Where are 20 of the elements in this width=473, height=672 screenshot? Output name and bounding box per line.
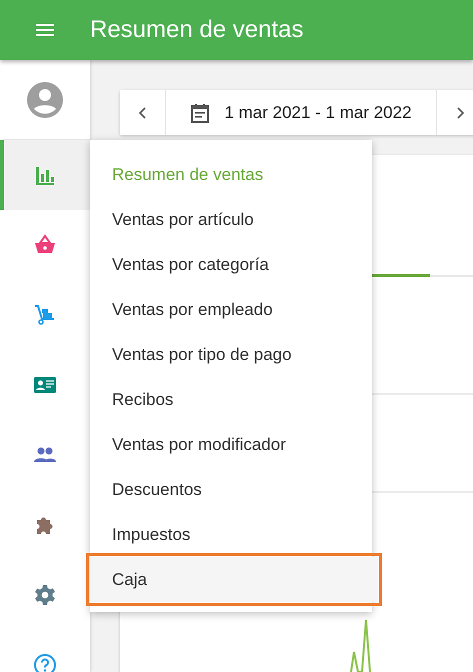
menu-item[interactable]: Ventas por artículo xyxy=(90,197,372,242)
menu-item[interactable]: Descuentos xyxy=(90,467,372,512)
menu-item[interactable]: Ventas por modificador xyxy=(90,422,372,467)
avatar-icon xyxy=(25,80,65,120)
menu-item[interactable]: Caja xyxy=(90,557,378,602)
help-icon xyxy=(33,653,57,672)
menu-item[interactable]: Ventas por empleado xyxy=(90,287,372,332)
menu-item[interactable]: Recibos xyxy=(90,377,372,422)
menu-item[interactable]: Ventas por categoría xyxy=(90,242,372,287)
tab-indicator xyxy=(372,274,430,277)
calendar-icon xyxy=(190,102,210,122)
date-range-button[interactable]: 1 mar 2021 - 1 mar 2022 xyxy=(165,90,437,135)
settings-icon xyxy=(33,583,57,607)
chevron-left-icon xyxy=(136,106,148,118)
nav-item[interactable] xyxy=(0,140,90,210)
sales-line-drawing xyxy=(350,618,372,672)
menu-item[interactable]: Ventas por tipo de pago xyxy=(90,332,372,377)
page-title: Resumen de ventas xyxy=(90,16,304,44)
hand-truck-icon xyxy=(33,303,57,327)
menu-item[interactable]: Impuestos xyxy=(90,512,372,557)
